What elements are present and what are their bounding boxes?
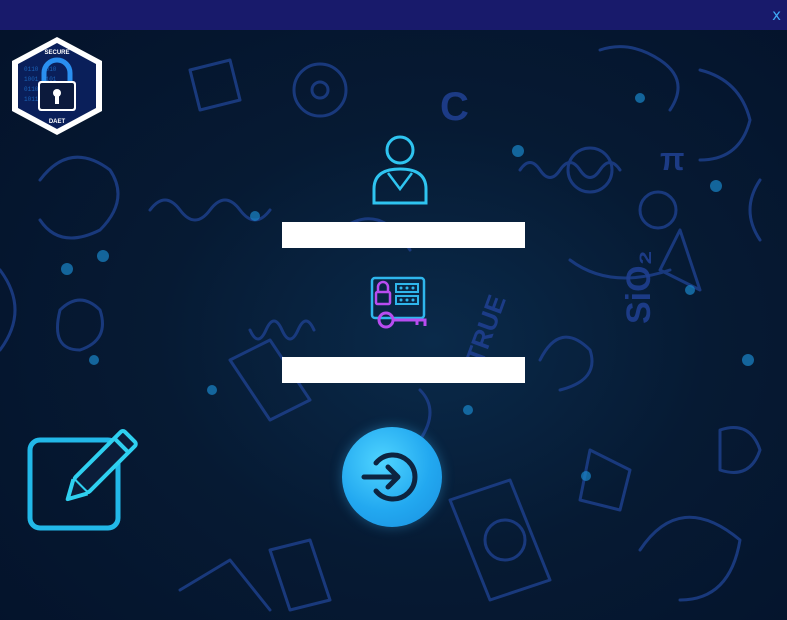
edit-pencil-icon[interactable]: [26, 428, 138, 534]
username-input[interactable]: [282, 222, 525, 248]
close-button[interactable]: x: [772, 6, 781, 24]
login-button[interactable]: [342, 427, 442, 527]
svg-text:π: π: [660, 141, 685, 177]
login-arrow-icon: [361, 452, 418, 502]
logo-top-text: SECURE: [44, 50, 69, 56]
svg-text:SiO₂: SiO₂: [620, 250, 658, 324]
app-logo: 0110 1010 1001 0101 0110 1101 1011 0010 …: [12, 37, 102, 135]
logo-bottom-text: DAET: [49, 119, 66, 125]
title-bar: x: [0, 0, 787, 30]
password-input[interactable]: [282, 357, 525, 383]
svg-text:0110 1010: 0110 1010: [24, 66, 57, 73]
user-icon: [372, 135, 428, 205]
svg-text:C: C: [440, 85, 469, 129]
lock-keypad-icon: [370, 276, 427, 329]
